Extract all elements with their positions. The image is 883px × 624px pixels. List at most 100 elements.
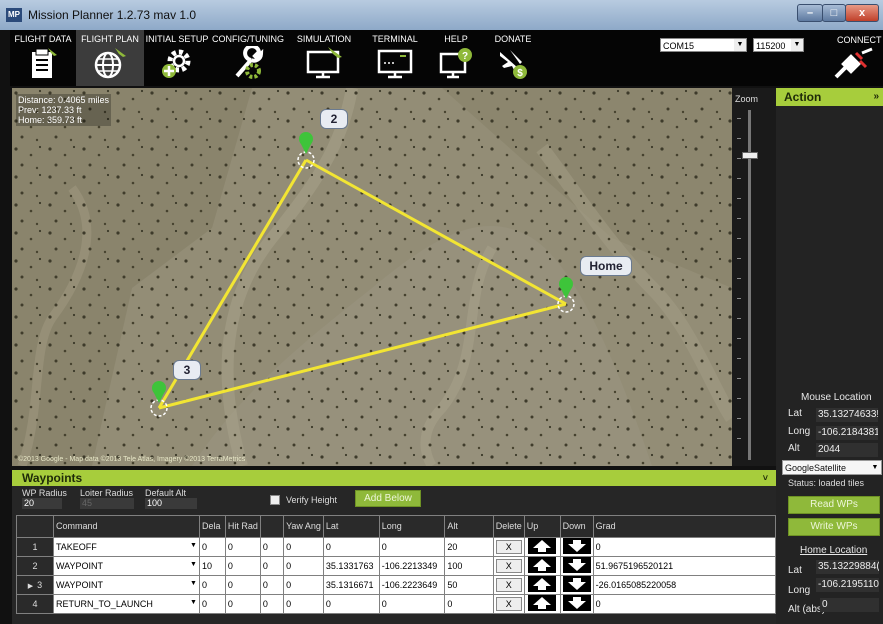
arrow-up-icon[interactable]	[528, 557, 557, 573]
home-location-title[interactable]: Home Location	[800, 545, 867, 556]
command-select[interactable]: RETURN_TO_LAUNCH ▼	[52, 594, 200, 614]
add-below-button[interactable]: Add Below	[355, 490, 421, 507]
action-header[interactable]: Action »	[776, 88, 883, 106]
table-row[interactable]: 2 WAYPOINT ▼ 10 0 0 0 35.1331763 -106.221…	[16, 556, 777, 576]
column-header[interactable]: Long	[378, 515, 446, 538]
arrow-down-icon[interactable]	[562, 576, 591, 592]
column-header[interactable]: Alt	[444, 515, 494, 538]
map-view[interactable]: 2 Home 3 Distance: 0.4065 miles Prev: 12…	[12, 88, 732, 466]
delete-button[interactable]: X	[495, 540, 522, 554]
column-header[interactable]: Lat	[322, 515, 380, 538]
lat-cell[interactable]: 0	[322, 537, 380, 557]
param4-cell[interactable]: 0	[283, 594, 324, 614]
up-cell	[523, 537, 561, 557]
delete-button[interactable]: X	[495, 559, 522, 573]
svg-text:$: $	[517, 68, 523, 79]
param1-cell[interactable]: 0	[198, 594, 226, 614]
arrow-up-icon[interactable]	[528, 576, 557, 592]
delete-button[interactable]: X	[495, 578, 522, 592]
table-row[interactable]: 4 RETURN_TO_LAUNCH ▼ 0 0 0 0 0 0 0 X 0	[16, 594, 777, 614]
column-header[interactable]: Yaw Ang	[283, 515, 324, 538]
arrow-down-icon[interactable]	[562, 538, 591, 554]
param3-cell[interactable]: 0	[259, 594, 285, 614]
param4-cell[interactable]: 0	[283, 556, 324, 576]
column-header[interactable]: Dela	[198, 515, 226, 538]
com-port-select[interactable]: COM15 ▼	[660, 38, 747, 52]
alt-cell[interactable]: 20	[444, 537, 494, 557]
param2-cell[interactable]: 0	[224, 594, 261, 614]
column-header[interactable]	[259, 515, 285, 538]
menu-config-tuning[interactable]: CONFIG/TUNING	[210, 30, 286, 86]
param4-cell[interactable]: 0	[283, 575, 324, 595]
lat-cell[interactable]: 35.1316671	[322, 575, 380, 595]
param1-cell[interactable]: 0	[198, 537, 226, 557]
arrow-up-icon[interactable]	[528, 538, 557, 554]
long-cell[interactable]: -106.2213349	[378, 556, 446, 576]
verify-height-checkbox[interactable]	[270, 495, 280, 505]
map-type-select[interactable]: GoogleSatellite ▼	[782, 460, 882, 475]
row-number[interactable]: ▶ 3	[16, 575, 54, 595]
param4-cell[interactable]: 0	[283, 537, 324, 557]
read-wps-button[interactable]: Read WPs	[788, 496, 880, 514]
collapse-icon[interactable]: »	[873, 88, 879, 106]
long-cell[interactable]: -106.2223649	[378, 575, 446, 595]
row-number[interactable]: 4	[16, 594, 54, 614]
table-row[interactable]: 1 TAKEOFF ▼ 0 0 0 0 0 0 20 X 0	[16, 537, 777, 557]
close-button[interactable]: x	[845, 4, 879, 22]
menu-flight-plan[interactable]: FLIGHT PLAN	[76, 30, 144, 86]
minimize-button[interactable]: –	[797, 4, 823, 22]
maximize-button[interactable]: □	[822, 4, 846, 22]
lat-cell[interactable]: 0	[322, 594, 380, 614]
column-header[interactable]: Command	[52, 515, 200, 538]
alt-cell[interactable]: 100	[444, 556, 494, 576]
menu-donate[interactable]: DONATE $	[484, 30, 542, 86]
param2-cell[interactable]: 0	[224, 575, 261, 595]
waypoints-header[interactable]: Waypoints ˅	[12, 470, 776, 486]
column-header[interactable]: Grad	[592, 515, 777, 538]
loiter-radius-input[interactable]: 45	[80, 498, 134, 509]
param2-cell[interactable]: 0	[224, 556, 261, 576]
write-wps-button[interactable]: Write WPs	[788, 518, 880, 536]
arrow-down-icon[interactable]	[562, 595, 591, 611]
table-row[interactable]: ▶ 3 WAYPOINT ▼ 0 0 0 0 35.1316671 -106.222…	[16, 575, 777, 595]
param1-cell[interactable]: 10	[198, 556, 226, 576]
column-header[interactable]: Down	[559, 515, 594, 538]
param3-cell[interactable]: 0	[259, 575, 285, 595]
command-select[interactable]: WAYPOINT ▼	[52, 556, 200, 576]
menu-terminal[interactable]: TERMINAL	[362, 30, 428, 86]
row-number[interactable]: 1	[16, 537, 54, 557]
default-alt-input[interactable]: 100	[145, 498, 197, 509]
menu-simulation[interactable]: SIMULATION	[286, 30, 362, 86]
menu-help[interactable]: HELP ?	[428, 30, 484, 86]
long-cell[interactable]: 0	[378, 594, 446, 614]
prev-distance-text: Prev: 1237.33 ft	[18, 105, 82, 115]
param3-cell[interactable]: 0	[259, 556, 285, 576]
command-select[interactable]: TAKEOFF ▼	[52, 537, 200, 557]
arrow-down-icon[interactable]	[562, 557, 591, 573]
home-lat-value[interactable]: 35.13229884(	[816, 560, 879, 574]
alt-cell[interactable]: 50	[444, 575, 494, 595]
zoom-track[interactable]	[748, 110, 751, 460]
row-number[interactable]: 2	[16, 556, 54, 576]
delete-button[interactable]: X	[495, 597, 522, 611]
param1-cell[interactable]: 0	[198, 575, 226, 595]
lat-cell[interactable]: 35.1331763	[322, 556, 380, 576]
home-alt-value[interactable]: 0	[820, 598, 879, 612]
collapse-icon[interactable]: ˅	[763, 470, 768, 486]
command-select[interactable]: WAYPOINT ▼	[52, 575, 200, 595]
arrow-up-icon[interactable]	[528, 595, 557, 611]
menu-initial-setup[interactable]: INITIAL SETUP	[144, 30, 210, 86]
column-header[interactable]: Hit Rad	[224, 515, 261, 538]
column-header[interactable]: Up	[523, 515, 561, 538]
plug-connect-icon[interactable]	[832, 47, 876, 83]
zoom-slider-thumb[interactable]	[742, 152, 758, 159]
param3-cell[interactable]: 0	[259, 537, 285, 557]
param2-cell[interactable]: 0	[224, 537, 261, 557]
alt-cell[interactable]: 0	[444, 594, 494, 614]
column-header[interactable]: Delete	[492, 515, 525, 538]
baud-rate-select[interactable]: 115200 ▼	[753, 38, 804, 52]
wp-radius-input[interactable]: 20	[22, 498, 62, 509]
home-long-value[interactable]: -106.2195110	[816, 578, 879, 592]
menu-flight-data[interactable]: FLIGHT DATA	[10, 30, 76, 86]
long-cell[interactable]: 0	[378, 537, 446, 557]
